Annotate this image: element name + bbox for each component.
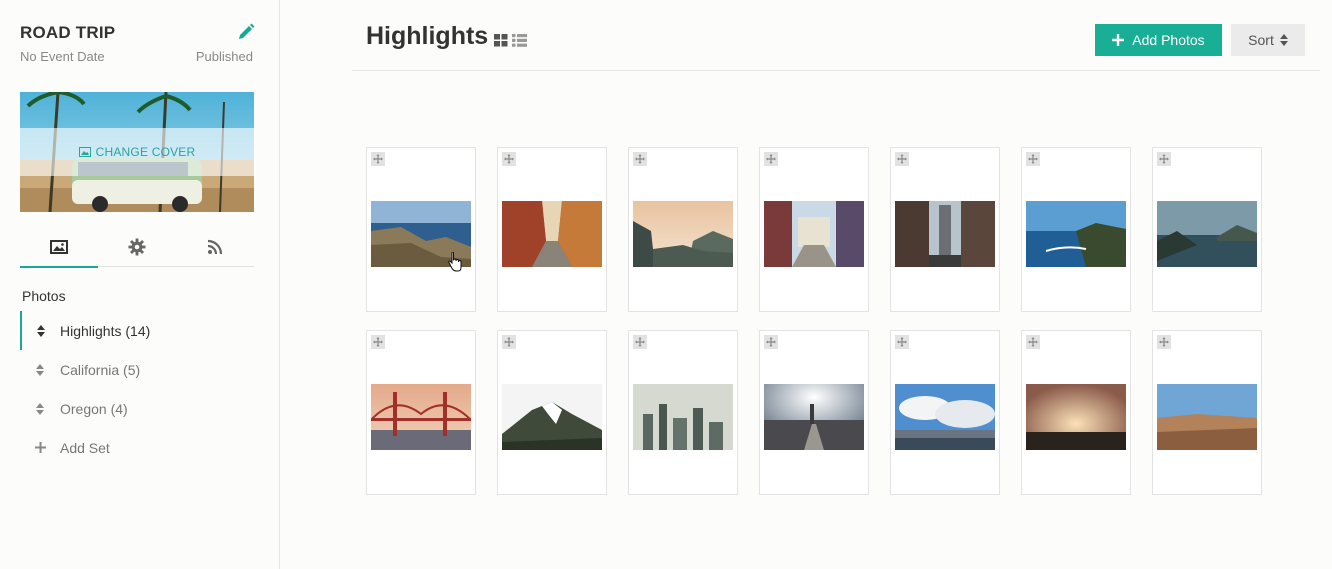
photo-card[interactable] [497, 330, 607, 495]
sort-button[interactable]: Sort [1231, 24, 1305, 56]
rss-icon [207, 239, 223, 254]
move-handle-icon[interactable] [895, 152, 909, 166]
photo-thumbnail [1157, 384, 1257, 450]
photo-card[interactable] [1152, 147, 1262, 312]
view-toggle [494, 34, 527, 47]
publish-status: Published [195, 49, 253, 64]
add-photos-label: Add Photos [1132, 32, 1205, 48]
tab-settings[interactable] [98, 226, 176, 267]
set-item-label: California (5) [60, 361, 141, 378]
photo-card[interactable] [890, 330, 1000, 495]
move-handle-icon[interactable] [895, 335, 909, 349]
move-handle-icon[interactable] [764, 335, 778, 349]
set-list: Highlights (14) California (5) Oregon (4… [20, 311, 260, 467]
photo-thumbnail [764, 384, 864, 450]
image-icon [50, 239, 68, 254]
add-photos-button[interactable]: Add Photos [1095, 24, 1222, 56]
photo-thumbnail [1026, 384, 1126, 450]
set-item-oregon[interactable]: Oregon (4) [20, 389, 260, 428]
move-handle-icon[interactable] [1026, 152, 1040, 166]
sets-heading: Photos [22, 288, 66, 304]
set-item-highlights[interactable]: Highlights (14) [20, 311, 260, 350]
list-view-icon[interactable] [512, 34, 527, 47]
move-handle-icon[interactable] [502, 152, 516, 166]
sort-handle-icon[interactable] [20, 402, 60, 415]
photo-thumbnail [371, 384, 471, 450]
move-handle-icon[interactable] [764, 152, 778, 166]
photo-card[interactable] [1021, 330, 1131, 495]
add-set-button[interactable]: Add Set [20, 428, 260, 467]
plus-icon [20, 442, 60, 453]
add-set-label: Add Set [60, 439, 110, 456]
sort-handle-icon[interactable] [22, 324, 60, 337]
photo-thumbnail [895, 384, 995, 450]
photo-card[interactable] [1021, 147, 1131, 312]
set-item-label: Highlights (14) [60, 322, 151, 339]
event-title: ROAD TRIP [20, 23, 116, 42]
sort-label: Sort [1248, 32, 1274, 48]
tab-photos[interactable] [20, 226, 98, 268]
photo-thumbnail [502, 201, 602, 267]
move-handle-icon[interactable] [1026, 335, 1040, 349]
grid-view-icon[interactable] [494, 34, 508, 47]
set-item-california[interactable]: California (5) [20, 350, 260, 389]
main-content: Highlights Add Photos Sort [352, 0, 1320, 569]
sidebar: ROAD TRIP No Event Date Published CHANGE… [0, 0, 280, 569]
photo-thumbnail [1026, 201, 1126, 267]
photo-card[interactable] [628, 147, 738, 312]
photo-card[interactable] [366, 330, 476, 495]
move-handle-icon[interactable] [633, 152, 647, 166]
move-handle-icon[interactable] [1157, 335, 1171, 349]
photo-thumbnail [895, 201, 995, 267]
photo-card[interactable] [366, 147, 476, 312]
header-divider [352, 70, 1320, 71]
page-title: Highlights [366, 22, 489, 50]
photo-thumbnail [1157, 201, 1257, 267]
move-handle-icon[interactable] [371, 335, 385, 349]
photo-card[interactable] [890, 147, 1000, 312]
photo-card[interactable] [628, 330, 738, 495]
move-handle-icon[interactable] [371, 152, 385, 166]
change-cover-button[interactable]: CHANGE COVER [20, 128, 254, 176]
event-date: No Event Date [20, 49, 105, 64]
photo-thumbnail [633, 201, 733, 267]
move-handle-icon[interactable] [633, 335, 647, 349]
change-cover-label: CHANGE COVER [95, 145, 196, 159]
pencil-icon[interactable] [236, 22, 256, 42]
photo-card[interactable] [759, 330, 869, 495]
image-icon [78, 147, 91, 157]
photo-thumbnail [764, 201, 864, 267]
photo-thumbnail [502, 384, 602, 450]
photo-card[interactable] [497, 147, 607, 312]
move-handle-icon[interactable] [502, 335, 516, 349]
plus-icon [1112, 34, 1125, 46]
photo-card[interactable] [759, 147, 869, 312]
set-item-label: Oregon (4) [60, 400, 128, 417]
photo-grid [366, 147, 1262, 495]
cover-image[interactable]: CHANGE COVER [20, 92, 254, 212]
move-handle-icon[interactable] [1157, 152, 1171, 166]
gear-icon [128, 238, 146, 255]
photo-thumbnail [633, 384, 733, 450]
photo-card[interactable] [1152, 330, 1262, 495]
sort-caret-icon [1279, 34, 1288, 46]
tab-feed[interactable] [176, 226, 254, 267]
sidebar-tabs [20, 226, 254, 268]
sort-handle-icon[interactable] [20, 363, 60, 376]
photo-thumbnail [371, 201, 471, 267]
